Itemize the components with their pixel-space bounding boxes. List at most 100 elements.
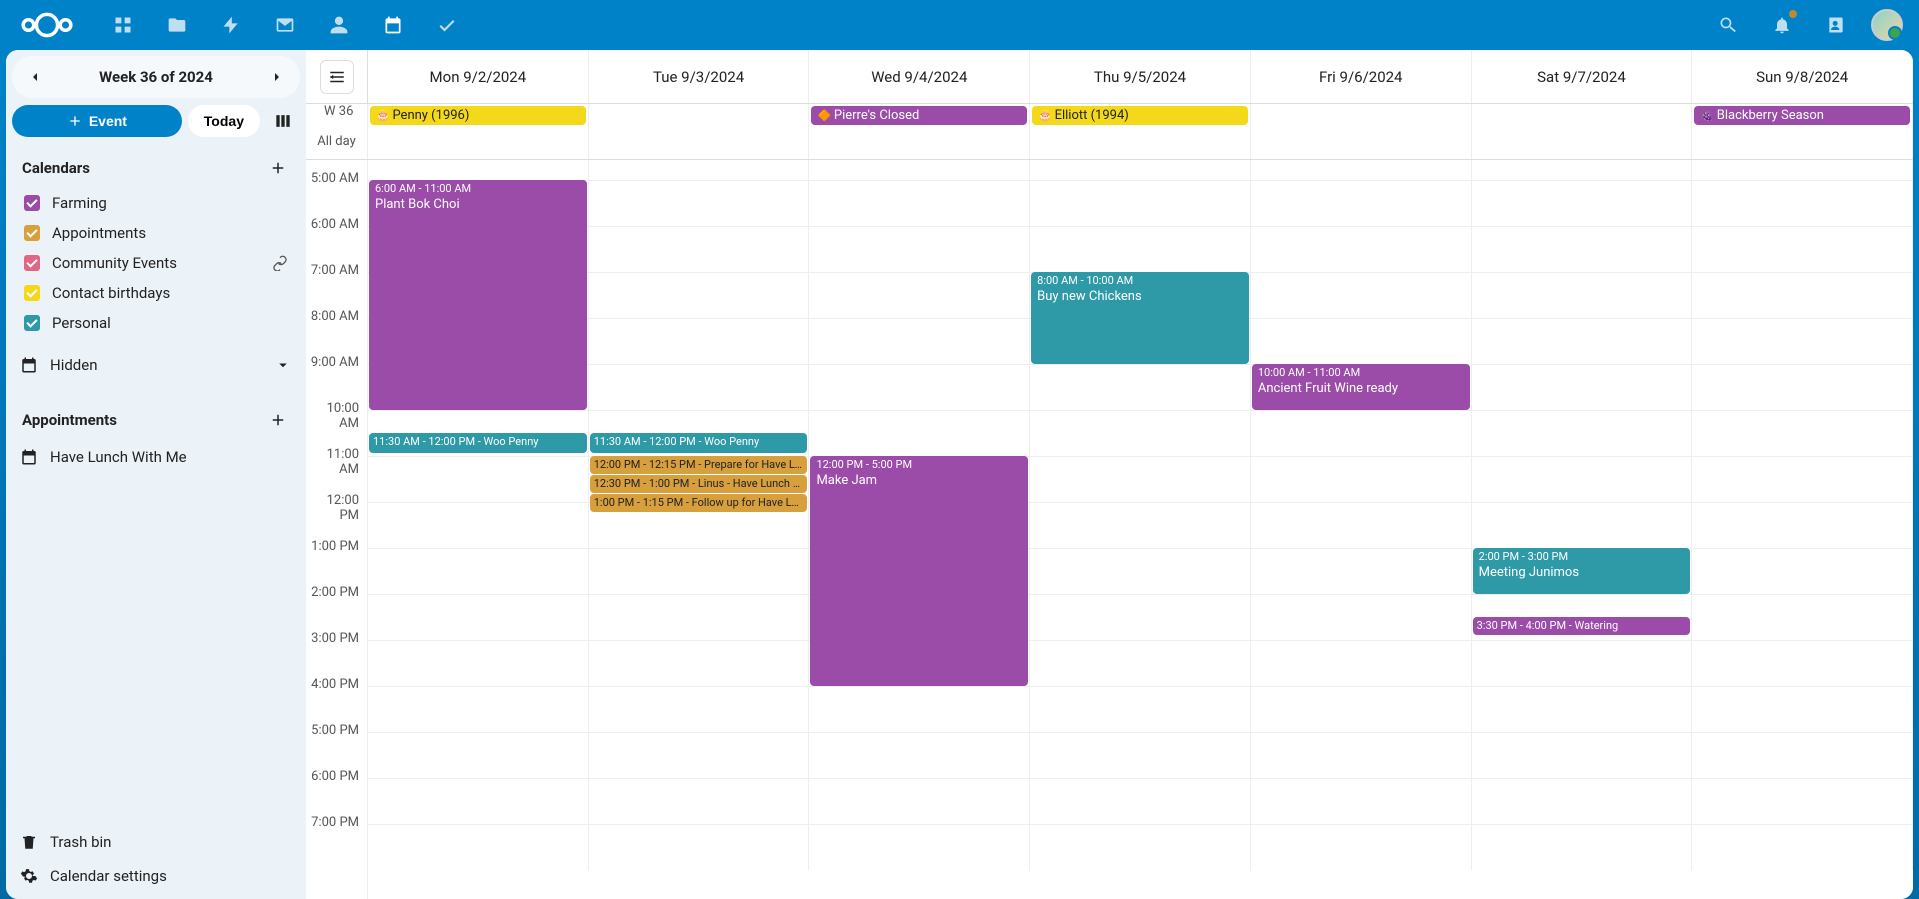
day-header[interactable]: Mon 9/2/2024 (368, 50, 589, 103)
day-column[interactable] (1692, 160, 1913, 870)
activity-icon[interactable] (206, 0, 256, 50)
calendar-settings-button[interactable]: Calendar settings (12, 859, 300, 893)
time-label: 1:00 PM (306, 539, 367, 585)
calendar-checkbox[interactable] (24, 315, 40, 331)
hidden-calendars-toggle[interactable]: Hidden (12, 346, 300, 384)
event-title: Buy new Chickens (1037, 289, 1243, 304)
calendar-checkbox[interactable] (24, 255, 40, 271)
search-icon[interactable] (1703, 0, 1753, 50)
trash-bin-button[interactable]: Trash bin (12, 825, 300, 859)
calendar-header-row: Mon 9/2/2024Tue 9/3/2024Wed 9/4/2024Thu … (306, 50, 1913, 104)
contacts-app-icon[interactable] (314, 0, 364, 50)
navbar-left (16, 0, 472, 50)
appointments-header-label: Appointments (22, 411, 117, 429)
allday-column[interactable] (1251, 104, 1472, 159)
allday-column[interactable] (1472, 104, 1693, 159)
allday-column[interactable] (589, 104, 810, 159)
calendar-checkbox[interactable] (24, 195, 40, 211)
day-column[interactable]: 6:00 AM - 11:00 AMPlant Bok Choi 11:30 AM… (368, 160, 589, 870)
event-title: Ancient Fruit Wine ready (1258, 381, 1464, 396)
allday-event[interactable]: Blackberry Season (1694, 106, 1910, 125)
tasks-icon[interactable] (422, 0, 472, 50)
app-container: Week 36 of 2024 Event Today Calendars Fa… (6, 50, 1913, 899)
day-column[interactable]: 12:00 PM - 5:00 PMMake Jam (809, 160, 1030, 870)
today-button[interactable]: Today (188, 105, 260, 137)
calendar-event[interactable]: 3:30 PM - 4:00 PM - Watering (1473, 617, 1691, 635)
calendar-event[interactable]: 2:00 PM - 3:00 PMMeeting Junimos (1473, 548, 1691, 594)
calendar-event[interactable]: 1:00 PM - 1:15 PM - Follow up for Have L… (590, 494, 808, 512)
allday-column[interactable]: Pierre's Closed (809, 104, 1030, 159)
calendar-checkbox[interactable] (24, 285, 40, 301)
day-header[interactable]: Wed 9/4/2024 (809, 50, 1030, 103)
next-week-button[interactable] (260, 60, 294, 94)
day-column[interactable]: 11:30 AM - 12:00 PM - Woo Penny 12:00 PM … (589, 160, 810, 870)
calendar-event[interactable]: 11:30 AM - 12:00 PM - Woo Penny (590, 433, 808, 453)
time-label: 6:00 PM (306, 769, 367, 815)
calendar-event[interactable]: 11:30 AM - 12:00 PM - Woo Penny (369, 433, 587, 453)
appointments-header: Appointments (12, 400, 300, 440)
sidebar-calendar-item[interactable]: Farming (16, 188, 296, 218)
nextcloud-logo[interactable] (16, 10, 78, 40)
calendar-event[interactable]: 10:00 AM - 11:00 AM Ancient Fruit Wine re… (1252, 364, 1470, 410)
week-navigator: Week 36 of 2024 (12, 56, 300, 98)
allday-event[interactable]: Elliott (1994) (1032, 106, 1248, 125)
allday-event[interactable]: Penny (1996) (370, 106, 586, 125)
time-label: 8:00 AM (306, 309, 367, 355)
allday-column[interactable]: Penny (1996) (368, 104, 589, 159)
calendar-list: Farming Appointments Community Events Conta… (12, 188, 300, 338)
sidebar-calendar-item[interactable]: Personal (16, 308, 296, 338)
sidebar-calendar-item[interactable]: Appointments (16, 218, 296, 248)
prev-week-button[interactable] (18, 60, 52, 94)
calendar-name-label: Community Events (52, 254, 177, 272)
day-header[interactable]: Tue 9/3/2024 (589, 50, 810, 103)
day-header[interactable]: Sun 9/8/2024 (1692, 50, 1913, 103)
calendar-event[interactable]: 12:30 PM - 1:00 PM - Linus - Have Lunch … (590, 475, 808, 493)
day-column[interactable]: 2:00 PM - 3:00 PMMeeting Junimos 3:30 PM … (1472, 160, 1693, 870)
files-icon[interactable] (152, 0, 202, 50)
trash-label: Trash bin (50, 833, 111, 851)
dashboard-icon[interactable] (98, 0, 148, 50)
view-switcher-button[interactable] (266, 104, 300, 138)
allday-column[interactable]: Elliott (1994) (1030, 104, 1251, 159)
calendar-body[interactable]: 5:00 AM6:00 AM7:00 AM8:00 AM9:00 AM10:00… (306, 160, 1913, 899)
add-appointment-button[interactable] (266, 408, 290, 432)
calendar-checkbox[interactable] (24, 225, 40, 241)
day-column[interactable]: 10:00 AM - 11:00 AM Ancient Fruit Wine re… (1251, 160, 1472, 870)
allday-event[interactable]: Pierre's Closed (811, 106, 1027, 125)
calendar-event[interactable]: 12:00 PM - 12:15 PM - Prepare for Have L… (590, 456, 808, 474)
time-label: 5:00 PM (306, 723, 367, 769)
day-column[interactable]: 8:00 AM - 10:00 AMBuy new Chickens (1030, 160, 1251, 870)
sidebar-appointment-item[interactable]: Have Lunch With Me (12, 440, 300, 474)
new-event-button[interactable]: Event (12, 105, 182, 137)
time-label: 5:00 AM (306, 171, 367, 217)
event-time: 10:00 AM - 11:00 AM (1258, 366, 1464, 379)
calendar-event[interactable]: 8:00 AM - 10:00 AMBuy new Chickens (1031, 272, 1249, 364)
sidebar-calendar-item[interactable]: Contact birthdays (16, 278, 296, 308)
avatar[interactable] (1871, 9, 1903, 41)
contacts-menu-icon[interactable] (1811, 0, 1861, 50)
new-event-label: Event (89, 113, 127, 129)
day-header[interactable]: Sat 9/7/2024 (1472, 50, 1693, 103)
chevron-down-icon (274, 356, 292, 374)
calendar-event[interactable]: 6:00 AM - 11:00 AMPlant Bok Choi (369, 180, 587, 410)
day-header[interactable]: Fri 9/6/2024 (1251, 50, 1472, 103)
notifications-icon[interactable] (1757, 0, 1807, 50)
time-label: 7:00 AM (306, 263, 367, 309)
navbar-right (1703, 0, 1903, 50)
calendar-event[interactable]: 12:00 PM - 5:00 PMMake Jam (810, 456, 1028, 686)
calendars-header: Calendars (12, 148, 300, 188)
mail-icon[interactable] (260, 0, 310, 50)
allday-column[interactable]: Blackberry Season (1692, 104, 1913, 159)
calendar-name-label: Farming (52, 194, 107, 212)
day-header[interactable]: Thu 9/5/2024 (1030, 50, 1251, 103)
calendar-app-icon[interactable] (368, 0, 418, 50)
week-title[interactable]: Week 36 of 2024 (52, 68, 260, 86)
time-label: 10:00 AM (306, 401, 367, 447)
event-title: Meeting Junimos (1479, 565, 1685, 580)
sidebar-toggle-button[interactable] (320, 60, 354, 94)
add-calendar-button[interactable] (266, 156, 290, 180)
calendar-name-label: Personal (52, 314, 111, 332)
calendar-name-label: Contact birthdays (52, 284, 170, 302)
sidebar-calendar-item[interactable]: Community Events (16, 248, 296, 278)
time-label: 9:00 AM (306, 355, 367, 401)
